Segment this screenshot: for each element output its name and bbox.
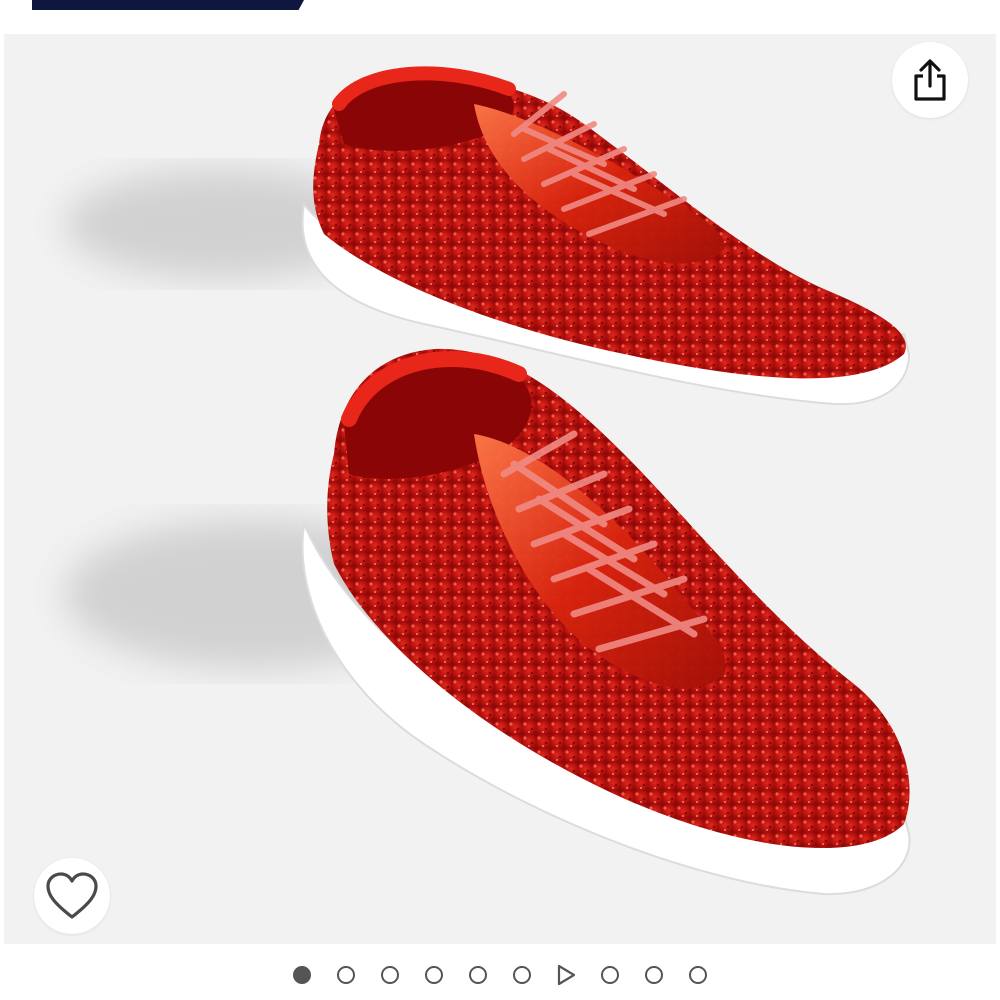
share-icon (914, 59, 946, 101)
carousel-video-dot[interactable] (555, 964, 577, 986)
red-glitter-sneakers-image (64, 66, 911, 896)
top-banner (32, 0, 304, 10)
carousel-indicators (0, 960, 1000, 990)
share-button[interactable] (892, 42, 968, 118)
play-icon (557, 964, 576, 986)
carousel-dot-3[interactable] (381, 966, 399, 984)
carousel-dot-9[interactable] (645, 966, 663, 984)
carousel-dot-6[interactable] (513, 966, 531, 984)
carousel-dot-8[interactable] (601, 966, 619, 984)
carousel-dot-4[interactable] (425, 966, 443, 984)
wishlist-button[interactable] (34, 858, 110, 934)
product-image-gallery[interactable] (4, 34, 996, 944)
heart-icon (46, 872, 98, 919)
carousel-dot-2[interactable] (337, 966, 355, 984)
carousel-dot-10[interactable] (689, 966, 707, 984)
carousel-dot-1[interactable] (293, 966, 311, 984)
carousel-dot-5[interactable] (469, 966, 487, 984)
